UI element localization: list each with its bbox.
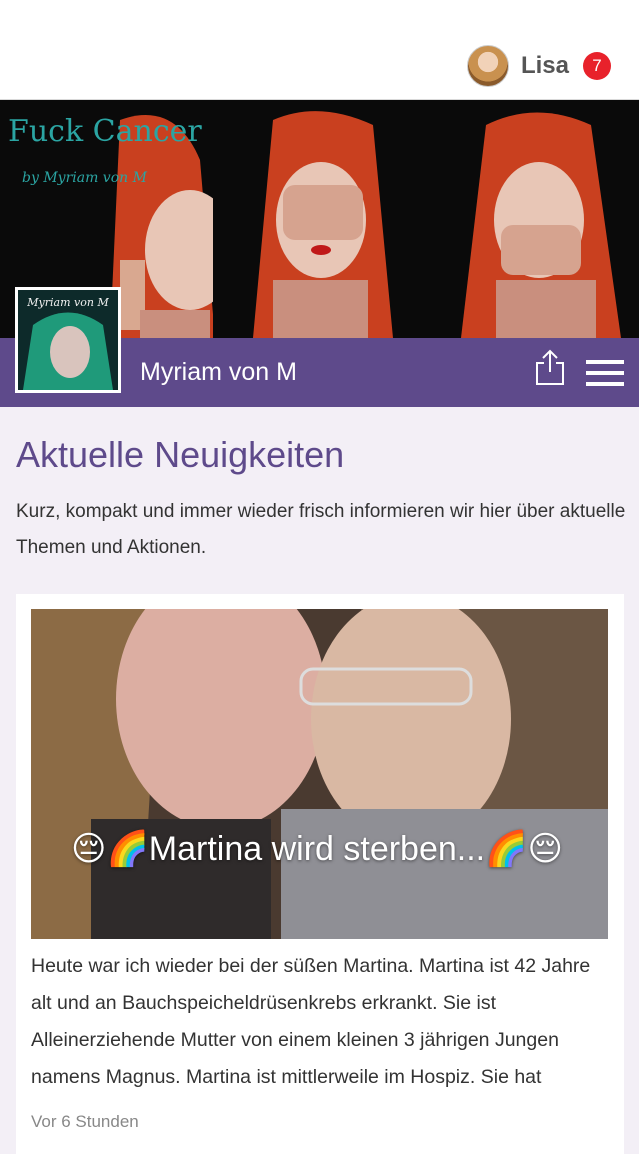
hero-title: Fuck Cancer <box>8 114 202 149</box>
news-text: Heute war ich wieder bei der süßen Marti… <box>31 955 591 1088</box>
hero-photo-3 <box>426 100 639 338</box>
user-name[interactable]: Lisa <box>521 52 569 80</box>
news-image[interactable]: 😔🌈Martina wird sterben...🌈😔 <box>31 609 608 939</box>
profile-name: Myriam von M <box>140 358 297 386</box>
hamburger-menu-icon <box>586 360 624 386</box>
hero-photo-2 <box>213 100 426 338</box>
section-title: Aktuelle Neuigkeiten <box>16 434 345 475</box>
news-card[interactable]: 😔🌈Martina wird sterben...🌈😔 Heute war ic… <box>16 594 624 1154</box>
news-image-caption: 😔🌈Martina wird sterben...🌈😔 <box>71 830 563 868</box>
thumbnail-caption: Myriam von M <box>27 296 109 309</box>
menu-button[interactable] <box>585 358 625 388</box>
section-description: Kurz, kompakt und immer wieder frisch in… <box>16 501 626 558</box>
top-bar: Lisa 7 <box>0 0 639 100</box>
user-avatar[interactable] <box>466 45 509 87</box>
hero-subtitle: by Myriam von M <box>22 170 147 186</box>
share-icon <box>536 349 564 385</box>
notification-badge[interactable]: 7 <box>583 52 611 80</box>
user-menu[interactable]: Lisa 7 <box>466 45 611 87</box>
news-timestamp: Vor 6 Stunden <box>31 1112 139 1131</box>
share-button[interactable] <box>534 348 566 386</box>
profile-thumbnail[interactable]: Myriam von M <box>15 287 121 393</box>
